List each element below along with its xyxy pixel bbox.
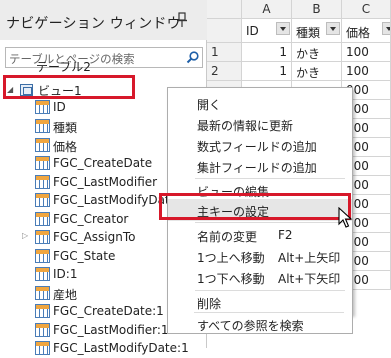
menu-item-move-up[interactable]: 1つ上へ移動 Alt+上矢印 [168,246,352,266]
column-header-b[interactable]: B [292,0,342,19]
grid-cell-price[interactable]: 100 [342,43,391,62]
row-header[interactable]: 1 [207,43,242,62]
tree-field-item[interactable]: FGC_LastModifyDate:1 [35,338,207,358]
grid-cell-kind[interactable]: かき [292,43,342,62]
field-label: FGC_State [53,249,116,263]
menu-item-label: すべての参照を検索 [197,319,304,333]
field-icon [35,286,50,300]
menu-separator [194,312,344,313]
field-icon [35,138,50,152]
field-icon [35,323,50,337]
field-icon [35,100,50,114]
field-icon [35,119,50,133]
field-dropdown-button[interactable] [382,22,390,35]
field-label: FGC_Creator [53,212,129,226]
menu-separator [195,178,345,179]
field-icon [35,304,50,318]
expand-triangle-icon[interactable]: ▷ [22,231,28,240]
field-label: ID:1 [53,267,78,281]
tree-item-table[interactable]: テーブル2 [20,61,140,75]
navigation-pane-header: ナビゲーション ウィンドウ [0,0,207,40]
field-icon [35,267,50,281]
field-label: FGC_AssignTo [53,230,136,244]
menu-item-label: 最新の情報に更新 [197,119,294,133]
field-label: FGC_LastModifyDate:1 [53,341,189,355]
field-header-kind[interactable]: 種類 [292,19,342,43]
menu-item-rename[interactable]: 名前の変更 F2 [168,225,352,245]
field-label: FGC_CreateDate [53,156,153,170]
field-icon [35,175,50,189]
menu-item-add-aggregate-field[interactable]: 集計フィールドの追加 [168,156,352,176]
menu-item-delete[interactable]: 削除 [168,292,352,312]
menu-item-shortcut: F2 [278,228,293,242]
field-label: FGC_LastModifier [53,175,158,189]
field-icon [35,193,50,207]
grid-cell-kind[interactable]: かき [292,62,342,81]
grid-cell-id[interactable]: 1 [242,62,292,81]
menu-item-label: 集計フィールドの追加 [197,161,317,175]
tree-item-label: テーブル2 [36,61,91,74]
menu-item-refresh[interactable]: 最新の情報に更新 [168,114,352,134]
navigation-pane-title: ナビゲーション ウィンドウ [6,16,181,32]
grid-cell-id[interactable]: 1 [242,43,292,62]
menu-item-label: 開く [197,98,222,112]
grid-cell-price[interactable]: 100 [342,62,391,81]
field-icon [35,212,50,226]
field-icon [35,230,50,244]
field-label: FGC_CreateDate:1 [53,304,164,318]
menu-item-label: 削除 [197,297,222,311]
field-row-header[interactable] [207,19,242,43]
menu-item-label: 数式フィールドの追加 [197,140,317,154]
field-header-label: ID [246,24,259,38]
field-header-id[interactable]: ID [242,19,292,43]
field-icon [35,156,50,170]
field-icon [35,341,50,355]
menu-item-add-formula-field[interactable]: 数式フィールドの追加 [168,135,352,155]
column-header-c[interactable]: C [342,0,391,19]
mouse-cursor-icon [338,207,353,228]
pin-icon[interactable] [176,12,188,28]
search-icon[interactable] [186,51,199,64]
menu-item-shortcut: Alt+下矢印 [278,272,341,286]
view-highlight-box [3,75,135,99]
menu-item-label: 1つ上へ移動 [197,251,265,265]
field-header-label: 種類 [296,26,321,40]
field-label: ID [53,100,66,114]
field-dropdown-button[interactable] [276,22,290,35]
field-dropdown-button[interactable] [326,22,340,35]
field-label: 種類 [53,121,78,135]
field-header-label: 価格 [346,26,371,40]
field-header-price[interactable]: 価格 [342,19,391,43]
row-header[interactable]: 2 [207,62,242,81]
menu-item-find-all-references[interactable]: すべての参照を検索 [167,314,353,334]
field-label: FGC_LastModifier:1 [53,323,169,337]
menu-item-shortcut: Alt+上矢印 [278,251,341,265]
column-header-a[interactable]: A [242,0,292,19]
menu-item-label: 1つ下へ移動 [197,272,265,286]
menu-item-open[interactable]: 開く [168,93,352,113]
menu-separator [195,222,345,223]
menu-item-label: 名前の変更 [197,230,258,244]
menu-separator [195,290,345,291]
corner-cell[interactable] [207,0,242,19]
menu-item-move-down[interactable]: 1つ下へ移動 Alt+下矢印 [168,267,352,287]
primary-key-highlight-box [159,193,351,220]
field-icon [35,249,50,263]
